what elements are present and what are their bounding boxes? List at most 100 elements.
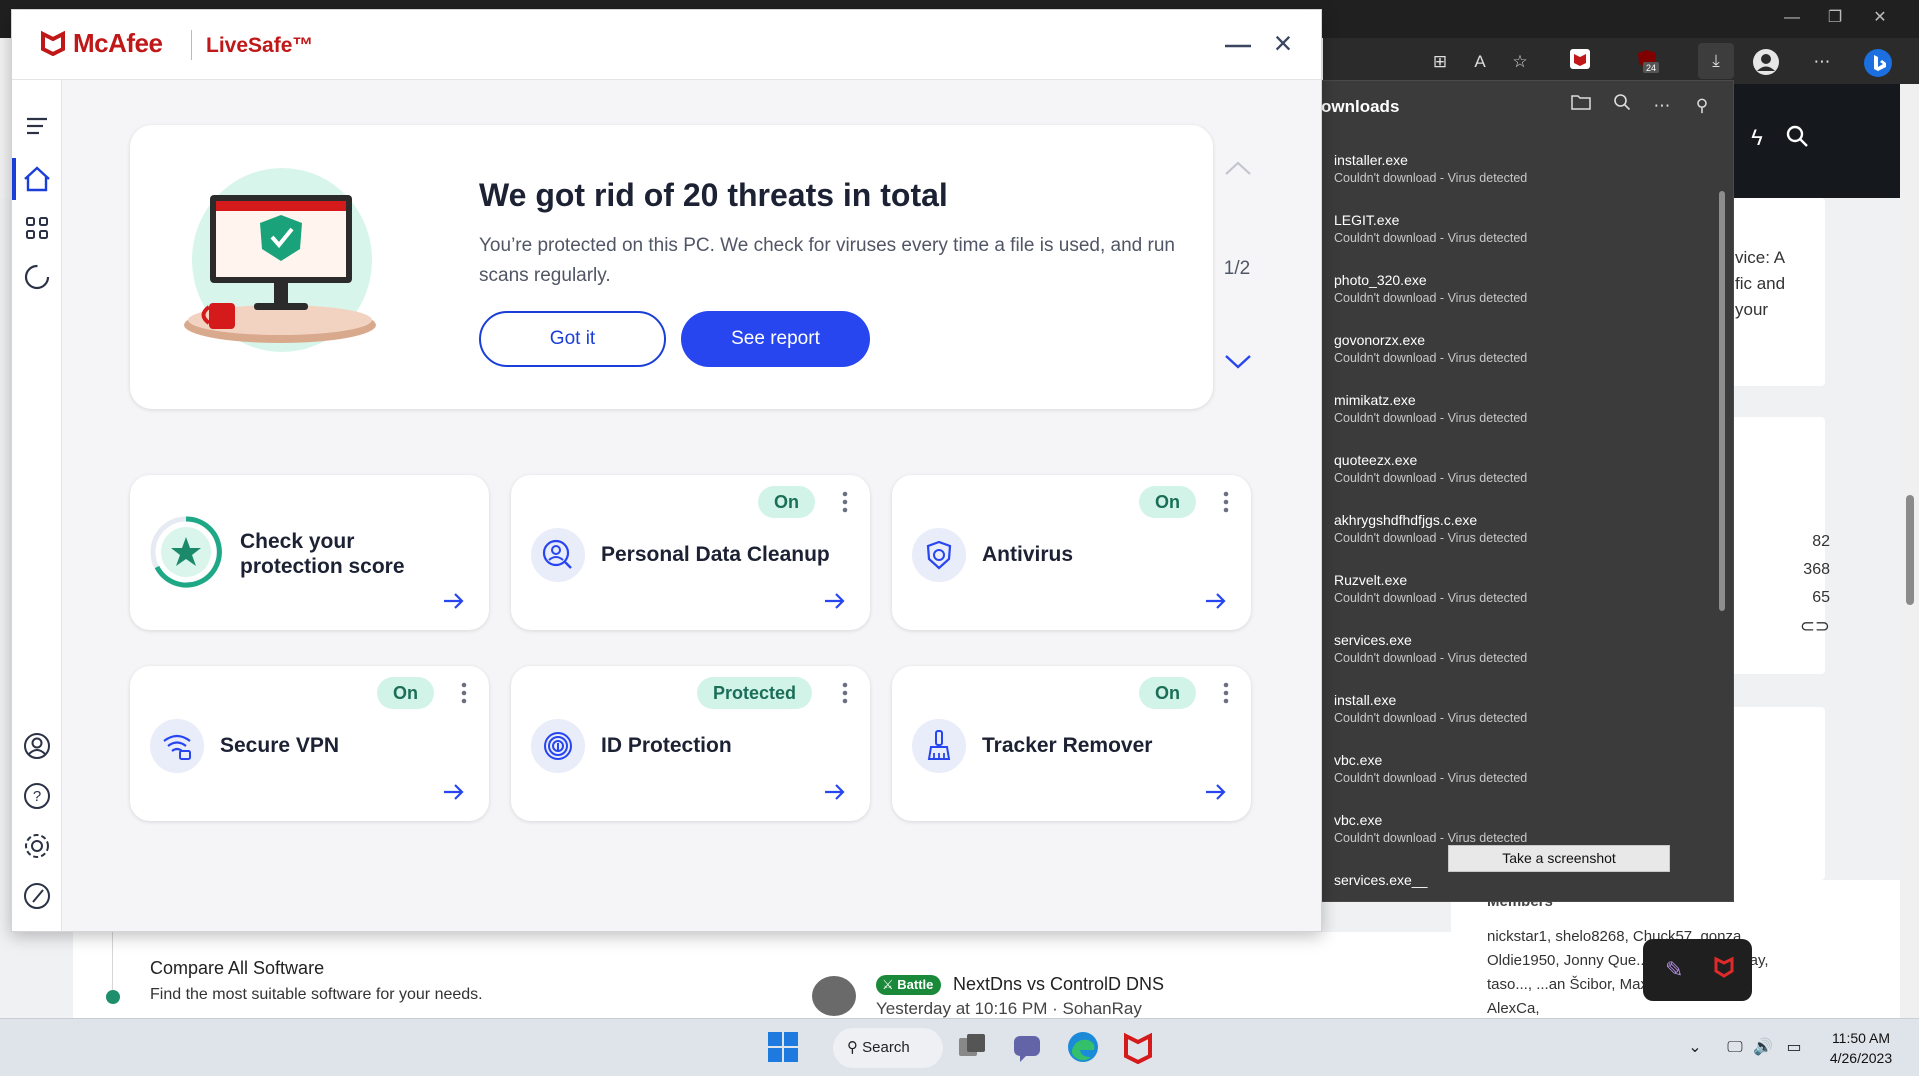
tracker-remover-card[interactable]: On Tracker Remover: [892, 666, 1251, 821]
download-item[interactable]: photo_320.exe Couldn't download - Virus d…: [1334, 271, 1714, 331]
download-item[interactable]: services.exe Couldn't download - Virus de…: [1334, 631, 1714, 691]
download-status: Couldn't download - Virus detected: [1334, 411, 1528, 425]
stats-list: 82 368 65 ⊂⊃: [1740, 528, 1830, 640]
protection-score-card[interactable]: Check your protection score: [130, 475, 489, 630]
scan-progress-icon[interactable]: [21, 261, 53, 293]
download-filename: photo_320.exe: [1334, 272, 1427, 288]
arrow-right-icon[interactable]: [824, 783, 846, 801]
mcafee-shield-icon[interactable]: [1713, 955, 1735, 984]
apps-grid-icon[interactable]: [21, 212, 53, 244]
download-item[interactable]: install.exe Couldn't download - Virus det…: [1334, 691, 1714, 751]
more-options-icon[interactable]: ⋯: [1649, 93, 1675, 119]
broom-icon: [912, 719, 966, 773]
downloads-icon[interactable]: ⤓: [1698, 43, 1734, 79]
search-icon[interactable]: [1609, 93, 1635, 119]
right-card-line: fic and: [1735, 274, 1786, 293]
arrow-right-icon[interactable]: [443, 783, 465, 801]
network-icon[interactable]: 🖵: [1724, 1037, 1746, 1059]
feedback-icon[interactable]: [21, 880, 53, 912]
download-item[interactable]: akhrygshdfhdfjgs.c.exe Couldn't download …: [1334, 511, 1714, 571]
thread-title[interactable]: NextDns vs ControlD DNS: [953, 974, 1164, 995]
download-filename: LEGIT.exe: [1334, 212, 1400, 228]
floating-widget[interactable]: ✎: [1643, 939, 1752, 1001]
taskbar-search[interactable]: ⚲ Search: [833, 1028, 943, 1068]
windows-start-icon[interactable]: [766, 1030, 800, 1064]
download-item[interactable]: vbc.exe Couldn't download - Virus detecte…: [1334, 751, 1714, 811]
chevron-up-icon[interactable]: ⌄: [1684, 1037, 1706, 1059]
settings-gear-icon[interactable]: [21, 830, 53, 862]
download-status: Couldn't download - Virus detected: [1334, 711, 1528, 725]
more-vertical-icon[interactable]: [842, 491, 848, 513]
edge-browser-icon[interactable]: [1066, 1030, 1100, 1064]
chevron-down-icon[interactable]: [1223, 352, 1253, 372]
id-protection-card[interactable]: Protected ID Protection: [511, 666, 870, 821]
mcafee-extension-icon[interactable]: [1566, 48, 1594, 76]
system-clock[interactable]: 11:50 AM 4/26/2023: [1816, 1028, 1906, 1068]
restore-button[interactable]: ❐: [1815, 4, 1855, 32]
downloads-scrollbar[interactable]: [1719, 191, 1725, 611]
menu-icon[interactable]: [21, 110, 53, 142]
toggle-icon[interactable]: ⊂⊃: [1740, 612, 1830, 640]
download-item[interactable]: installer.exe Couldn't download - Virus d…: [1334, 151, 1714, 211]
teams-chat-icon[interactable]: [1010, 1030, 1044, 1064]
ublock-extension-icon[interactable]: 24: [1633, 48, 1661, 76]
lightning-icon[interactable]: ϟ: [1743, 124, 1771, 152]
download-status: Couldn't download - Virus detected: [1334, 291, 1528, 305]
search-icon[interactable]: [1783, 124, 1811, 152]
personal-data-cleanup-card[interactable]: On Personal Data Cleanup: [511, 475, 870, 630]
account-icon[interactable]: [21, 730, 53, 762]
minimize-button[interactable]: —: [1772, 4, 1812, 32]
minimize-button[interactable]: [1222, 28, 1254, 60]
volume-icon[interactable]: 🔊: [1752, 1037, 1774, 1059]
download-item[interactable]: services.exe__: [1334, 871, 1714, 931]
compare-title[interactable]: Compare All Software: [150, 958, 324, 979]
favorites-icon[interactable]: ☆: [1506, 48, 1534, 76]
download-filename: govonorzx.exe: [1334, 332, 1426, 348]
mcafee-taskbar-icon[interactable]: [1121, 1030, 1155, 1064]
bing-chat-icon[interactable]: [1863, 48, 1892, 77]
thread-meta: Yesterday at 10:16 PM · SohanRay: [876, 999, 1142, 1018]
battery-icon[interactable]: ▭: [1783, 1037, 1805, 1059]
download-item[interactable]: govonorzx.exe Couldn't download - Virus d…: [1334, 331, 1714, 391]
download-item[interactable]: Ruzvelt.exe Couldn't download - Virus det…: [1334, 571, 1714, 631]
download-item[interactable]: LEGIT.exe Couldn't download - Virus detec…: [1334, 211, 1714, 271]
help-icon[interactable]: ?: [21, 780, 53, 812]
antivirus-shield-icon: [912, 528, 966, 582]
right-card-line: your: [1735, 300, 1769, 319]
more-vertical-icon[interactable]: [842, 682, 848, 704]
status-badge: On: [1139, 677, 1196, 709]
arrow-right-icon[interactable]: [1205, 783, 1227, 801]
wifi-lock-icon: [150, 719, 204, 773]
got-it-button[interactable]: Got it: [479, 311, 666, 367]
more-vertical-icon[interactable]: [1223, 491, 1229, 513]
profile-avatar-icon[interactable]: [1752, 48, 1780, 76]
more-options-icon[interactable]: ⋯: [1808, 48, 1836, 76]
page-scrollbar-thumb[interactable]: [1906, 495, 1914, 605]
apps-icon[interactable]: ⊞: [1426, 48, 1454, 76]
antivirus-card[interactable]: On Antivirus: [892, 475, 1251, 630]
download-filename: services.exe__: [1334, 872, 1428, 888]
read-aloud-icon[interactable]: A: [1466, 48, 1494, 76]
folder-icon[interactable]: [1568, 93, 1594, 119]
card-title: ID Protection: [601, 734, 732, 757]
feather-icon[interactable]: ✎: [1665, 957, 1683, 983]
chevron-up-icon[interactable]: [1223, 158, 1253, 178]
download-item[interactable]: mimikatz.exe Couldn't download - Virus de…: [1334, 391, 1714, 451]
more-vertical-icon[interactable]: [461, 682, 467, 704]
more-vertical-icon[interactable]: [1223, 682, 1229, 704]
close-button[interactable]: ✕: [1860, 4, 1900, 32]
download-status: Couldn't download - Virus detected: [1334, 171, 1528, 185]
secure-vpn-card[interactable]: On Secure VPN: [130, 666, 489, 821]
arrow-right-icon[interactable]: [1205, 592, 1227, 610]
arrow-right-icon[interactable]: [824, 592, 846, 610]
close-button[interactable]: ×: [1267, 25, 1299, 61]
task-view-icon[interactable]: [955, 1030, 989, 1064]
pin-icon[interactable]: ⚲: [1689, 93, 1715, 119]
stat-value: 82: [1812, 533, 1830, 550]
arrow-right-icon[interactable]: [443, 592, 465, 610]
see-report-button[interactable]: See report: [681, 311, 870, 367]
home-icon[interactable]: [21, 163, 53, 195]
avatar[interactable]: [812, 976, 856, 1016]
download-item[interactable]: quoteezx.exe Couldn't download - Virus de…: [1334, 451, 1714, 511]
download-filename: mimikatz.exe: [1334, 392, 1416, 408]
